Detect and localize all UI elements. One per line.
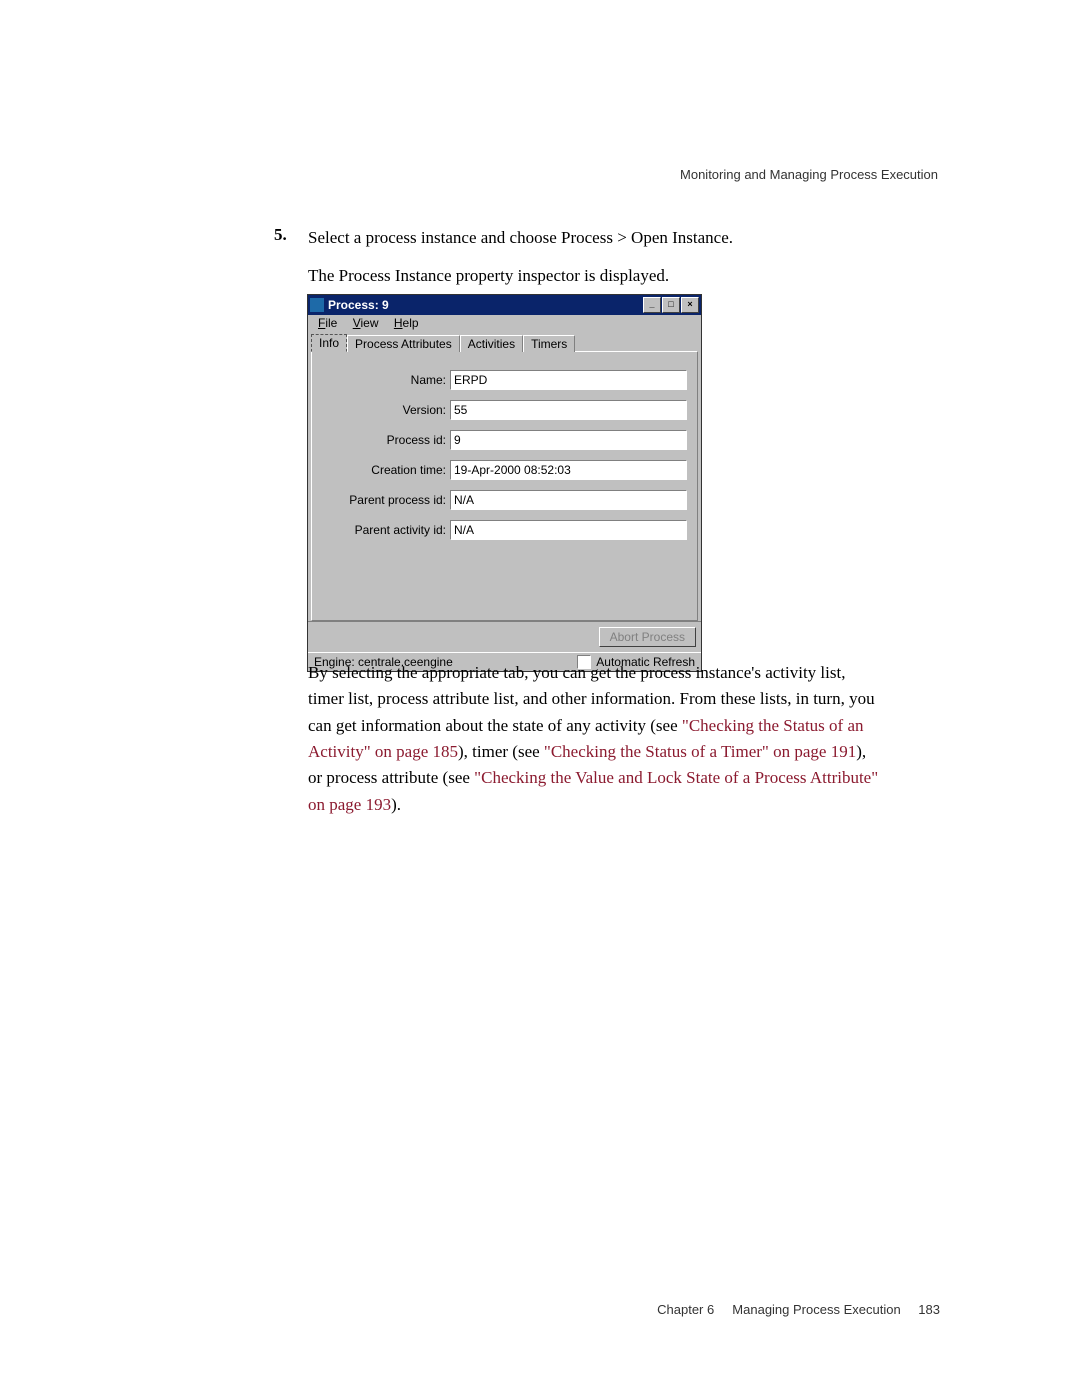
tab-info[interactable]: Info — [311, 334, 347, 352]
menu-bar: File View Help — [308, 315, 701, 331]
creation-time-field[interactable]: 19-Apr-2000 08:52:03 — [450, 460, 687, 480]
tab-timers[interactable]: Timers — [523, 335, 575, 352]
page-number: 183 — [918, 1302, 940, 1317]
footer-chapter: Chapter 6 — [657, 1302, 714, 1317]
tab-process-attributes[interactable]: Process Attributes — [347, 335, 460, 352]
menu-help[interactable]: Help — [388, 316, 425, 330]
tab-strip: Info Process Attributes Activities Timer… — [311, 333, 698, 351]
link-timer-status[interactable]: "Checking the Status of a Timer" on page… — [544, 742, 856, 761]
step-5: 5. Select a process instance and choose … — [282, 225, 892, 302]
step-number: 5. — [274, 225, 287, 245]
app-icon — [310, 298, 324, 312]
footer-title: Managing Process Execution — [732, 1302, 900, 1317]
parent-activity-id-label: Parent activity id: — [322, 523, 450, 537]
close-button[interactable]: × — [681, 297, 699, 313]
menu-file[interactable]: File — [312, 316, 343, 330]
version-label: Version: — [322, 403, 450, 417]
process-inspector-window: Process: 9 _ □ × File View Help Info Pro… — [307, 294, 702, 672]
page-footer: Chapter 6 Managing Process Execution 183 — [657, 1302, 940, 1317]
parent-process-id-field[interactable]: N/A — [450, 490, 687, 510]
step-result: The Process Instance property inspector … — [308, 263, 892, 289]
parent-activity-id-field[interactable]: N/A — [450, 520, 687, 540]
para-text-2: ), timer (see — [458, 742, 544, 761]
abort-process-button[interactable]: Abort Process — [599, 627, 696, 647]
para-text-4: ). — [391, 795, 401, 814]
running-header: Monitoring and Managing Process Executio… — [680, 167, 938, 182]
minimize-button[interactable]: _ — [643, 297, 661, 313]
step-instruction: Select a process instance and choose Pro… — [308, 225, 892, 251]
menu-view[interactable]: View — [347, 316, 385, 330]
maximize-button[interactable]: □ — [662, 297, 680, 313]
name-field[interactable]: ERPD — [450, 370, 687, 390]
parent-process-id-label: Parent process id: — [322, 493, 450, 507]
name-label: Name: — [322, 373, 450, 387]
version-field[interactable]: 55 — [450, 400, 687, 420]
process-id-field[interactable]: 9 — [450, 430, 687, 450]
info-tab-panel: Name: ERPD Version: 55 Process id: 9 Cre… — [311, 351, 698, 621]
window-title: Process: 9 — [328, 298, 389, 312]
button-bar: Abort Process — [308, 621, 701, 652]
creation-time-label: Creation time: — [322, 463, 450, 477]
process-id-label: Process id: — [322, 433, 450, 447]
tab-activities[interactable]: Activities — [460, 335, 523, 352]
title-bar: Process: 9 _ □ × — [308, 295, 701, 315]
body-paragraph: By selecting the appropriate tab, you ca… — [308, 660, 883, 818]
